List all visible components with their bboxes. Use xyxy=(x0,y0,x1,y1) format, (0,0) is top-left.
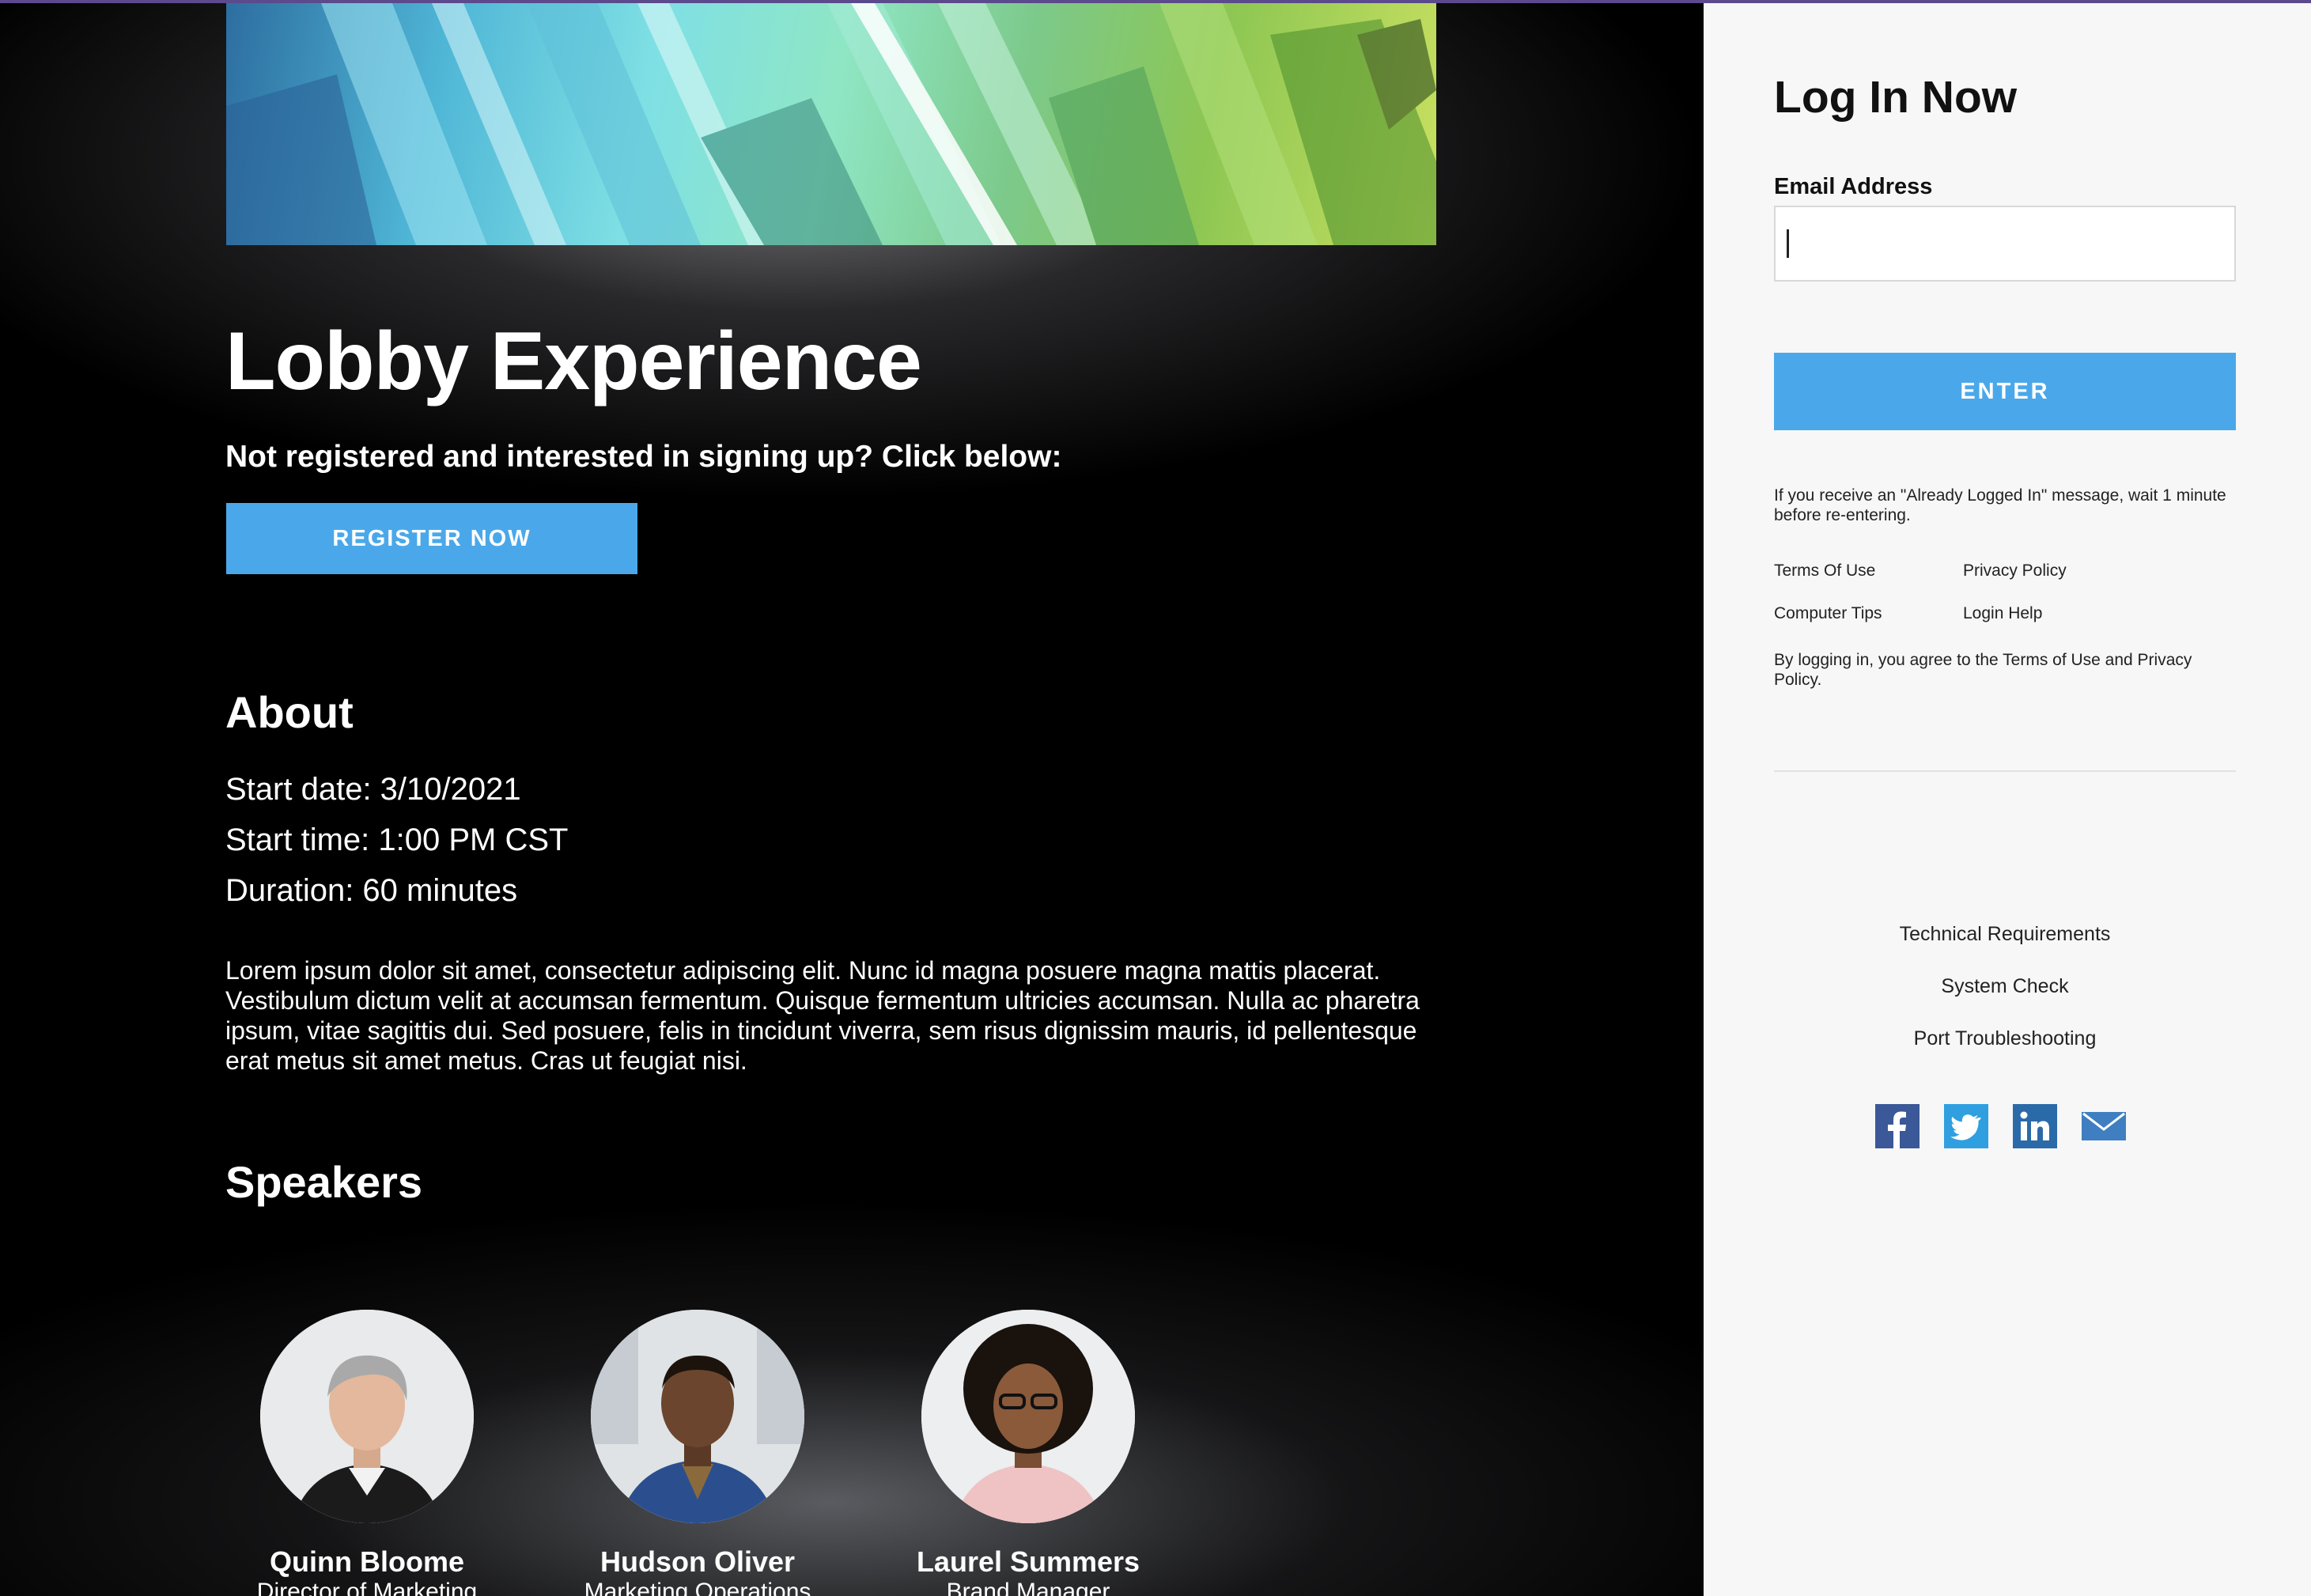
start-date: Start date: 3/10/2021 xyxy=(225,772,521,807)
facebook-icon[interactable] xyxy=(1875,1104,1920,1148)
technical-requirements-link[interactable]: Technical Requirements xyxy=(1774,923,2236,946)
speaker-avatar xyxy=(260,1310,474,1523)
text-cursor xyxy=(1787,229,1789,258)
computer-tips-link[interactable]: Computer Tips xyxy=(1774,604,1882,623)
speaker-role: Director of Marketing xyxy=(256,1579,478,1596)
login-title: Log In Now xyxy=(1774,72,2018,123)
register-prompt: Not registered and interested in signing… xyxy=(225,440,1062,474)
speaker-avatar xyxy=(921,1310,1135,1523)
login-note: If you receive an "Already Logged In" me… xyxy=(1774,486,2226,524)
terms-of-use-link[interactable]: Terms Of Use xyxy=(1774,562,1875,581)
event-description: Lorem ipsum dolor sit amet, consectetur … xyxy=(225,956,1420,1075)
speakers-heading: Speakers xyxy=(225,1157,423,1207)
main-content: Lobby Experience Not registered and inte… xyxy=(0,0,1704,1596)
about-heading: About xyxy=(225,687,354,737)
email-field[interactable] xyxy=(1774,206,2236,282)
page-title: Lobby Experience xyxy=(225,316,922,407)
login-panel: Log In Now Email Address ENTER If you re… xyxy=(1704,0,2311,1596)
speaker-card[interactable]: Hudson Oliver Marketing Operations xyxy=(531,1310,864,1596)
enter-button[interactable]: ENTER xyxy=(1774,353,2236,430)
top-accent-line xyxy=(0,0,2311,3)
speaker-card[interactable]: Quinn Bloome Director of Marketing xyxy=(201,1310,533,1596)
register-now-button[interactable]: REGISTER NOW xyxy=(226,503,637,574)
email-label: Email Address xyxy=(1774,174,1933,199)
speaker-avatar xyxy=(591,1310,804,1523)
speaker-role: Brand Manager xyxy=(946,1579,1110,1596)
email-icon[interactable] xyxy=(2082,1104,2126,1148)
duration: Duration: 60 minutes xyxy=(225,873,518,908)
banner-image xyxy=(226,3,1436,245)
start-time: Start time: 1:00 PM CST xyxy=(225,823,569,857)
port-troubleshooting-link[interactable]: Port Troubleshooting xyxy=(1774,1027,2236,1050)
speaker-name: Laurel Summers xyxy=(916,1545,1140,1578)
system-check-link[interactable]: System Check xyxy=(1774,975,2236,998)
linkedin-icon[interactable] xyxy=(2013,1104,2057,1148)
speaker-role: Marketing Operations xyxy=(584,1579,811,1596)
speaker-name: Hudson Oliver xyxy=(599,1545,796,1578)
speaker-name: Quinn Bloome xyxy=(270,1545,464,1578)
login-help-link[interactable]: Login Help xyxy=(1963,604,2042,623)
login-agreement: By logging in, you agree to the Terms of… xyxy=(1774,651,2192,689)
twitter-icon[interactable] xyxy=(1944,1104,1988,1148)
speaker-card[interactable]: Laurel Summers Brand Manager xyxy=(862,1310,1194,1596)
privacy-policy-link[interactable]: Privacy Policy xyxy=(1963,562,2067,581)
divider xyxy=(1774,770,2236,772)
